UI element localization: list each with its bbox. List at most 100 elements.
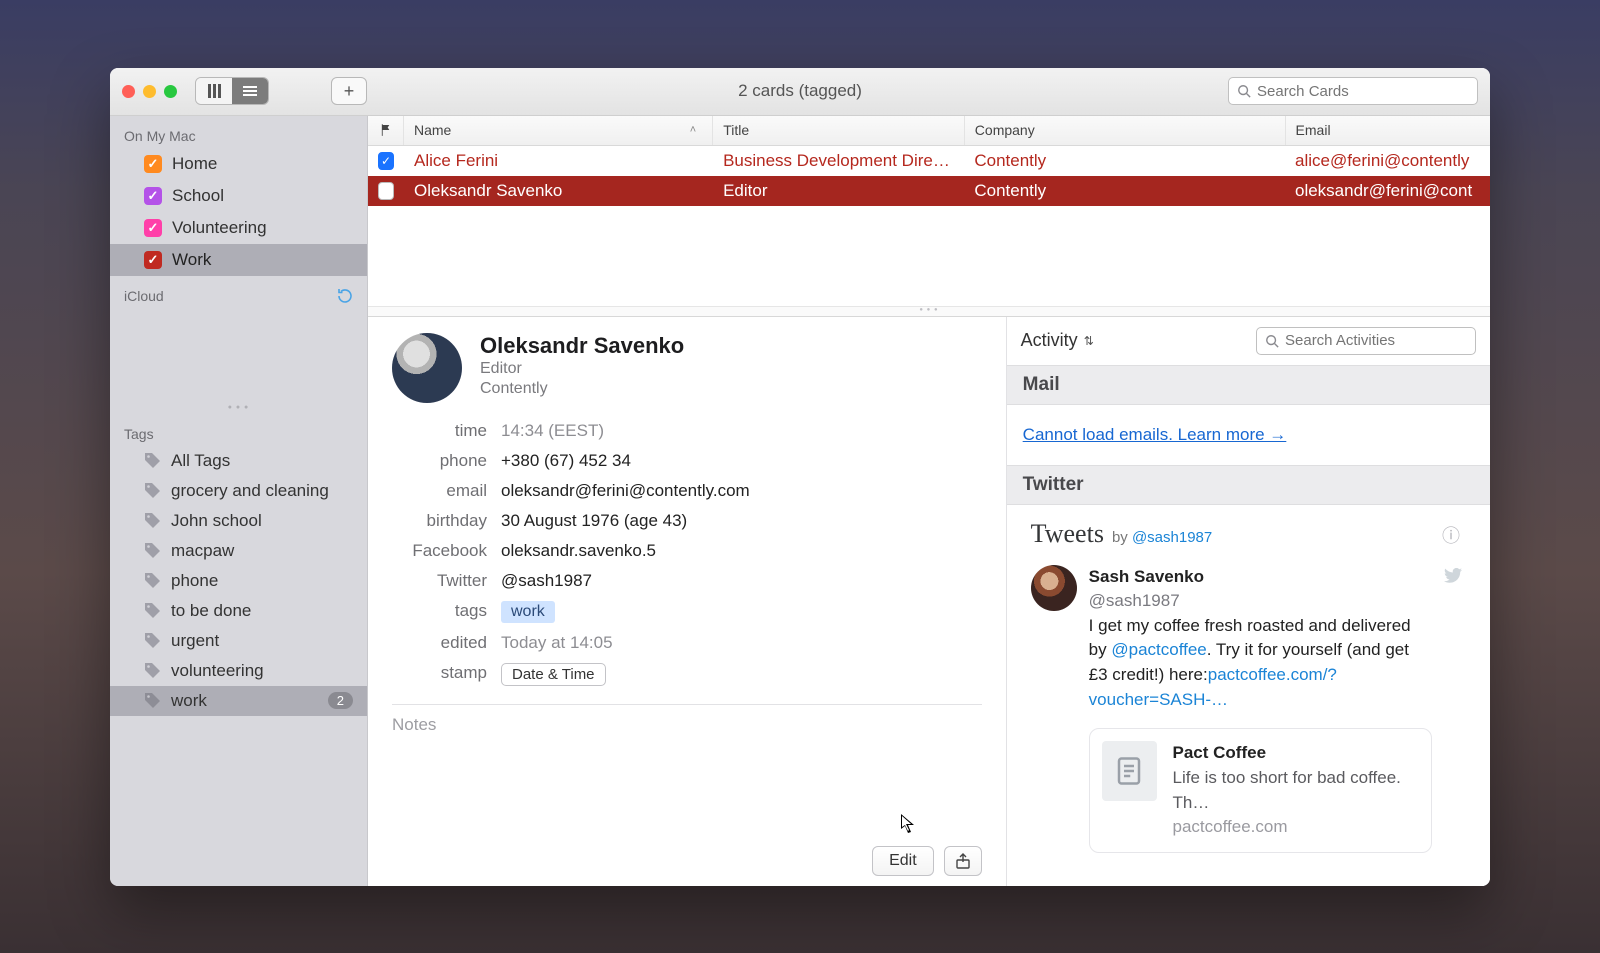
view-list-button[interactable] <box>232 78 268 104</box>
refresh-icloud-button[interactable] <box>337 288 353 304</box>
search-cards-field[interactable] <box>1228 77 1478 105</box>
sidebar-item-label: grocery and cleaning <box>171 481 329 501</box>
cell-company: Contently <box>964 176 1285 206</box>
sidebar-tag-work[interactable]: work 2 <box>110 686 367 716</box>
share-button[interactable] <box>944 846 982 876</box>
sidebar: On My Mac ✓ Home ✓ School ✓Volunteering ✓ W… <box>110 116 368 886</box>
field-value-email[interactable]: oleksandr@ferini@contently.com <box>501 481 982 501</box>
tweet-author-handle: @sash1987 <box>1089 589 1432 614</box>
sidebar-list-school[interactable]: ✓ School <box>110 180 367 212</box>
link-card-subtitle: Life is too short for bad coffee. Th… <box>1173 766 1419 815</box>
field-label-birthday: birthday <box>392 511 487 531</box>
tweet-item[interactable]: Sash Savenko @sash1987 I get my coffee f… <box>1007 553 1490 853</box>
sidebar-tag-volunteering[interactable]: volunteering <box>110 656 367 686</box>
sidebar-tag-grocery[interactable]: grocery and cleaning <box>110 476 367 506</box>
sidebar-tag-all[interactable]: All Tags <box>110 446 367 476</box>
sidebar-item-label: John school <box>171 511 262 531</box>
column-header-name[interactable]: Name˄ <box>404 116 713 145</box>
view-mode-segmented <box>195 77 269 105</box>
search-activities-field[interactable] <box>1256 327 1476 355</box>
fullscreen-window-button[interactable] <box>164 85 177 98</box>
checkbox-icon: ✓ <box>144 251 162 269</box>
sidebar-item-label: volunteering <box>171 661 264 681</box>
view-columns-button[interactable] <box>196 78 232 104</box>
sidebar-item-label: Work <box>172 250 211 270</box>
field-value-time: 14:34 (EEST) <box>501 421 982 441</box>
field-label-email: email <box>392 481 487 501</box>
list-header-row: Name˄ Title Company Email <box>368 116 1490 146</box>
sidebar-list-work[interactable]: ✓ Work <box>110 244 367 276</box>
add-card-button[interactable]: + <box>331 77 367 105</box>
column-header-company[interactable]: Company <box>965 116 1286 145</box>
row-checkbox[interactable]: ✓ <box>378 152 394 170</box>
list-detail-split-handle[interactable]: ● ● ● <box>368 306 1490 316</box>
tweet-link-card[interactable]: Pact Coffee Life is too short for bad co… <box>1089 728 1432 853</box>
info-icon[interactable]: ⓘ <box>1442 522 1474 548</box>
column-header-title[interactable]: Title <box>713 116 965 145</box>
field-label-phone: phone <box>392 451 487 471</box>
sort-ascending-icon: ˄ <box>690 124 702 136</box>
contact-job-title: Editor <box>480 359 684 380</box>
close-window-button[interactable] <box>122 85 135 98</box>
sidebar-item-label: All Tags <box>171 451 230 471</box>
tweet-mention-link[interactable]: @pactcoffee <box>1111 640 1206 659</box>
sidebar-item-label: macpaw <box>171 541 234 561</box>
sidebar-list-home[interactable]: ✓ Home <box>110 148 367 180</box>
field-label-twitter: Twitter <box>392 571 487 591</box>
tag-chip-work[interactable]: work <box>501 601 555 623</box>
cell-name: Alice Ferini <box>404 146 713 176</box>
checkbox-icon: ✓ <box>144 187 162 205</box>
cell-email: oleksandr@ferini@cont <box>1285 176 1490 206</box>
activity-dropdown[interactable]: Activity⇅ <box>1021 330 1094 351</box>
tweet-avatar <box>1031 565 1077 611</box>
field-value-facebook[interactable]: oleksandr.savenko.5 <box>501 541 982 561</box>
stamp-date-time-button[interactable]: Date & Time <box>501 663 606 686</box>
column-header-flag[interactable] <box>368 116 404 145</box>
minimize-window-button[interactable] <box>143 85 156 98</box>
notes-field[interactable]: Notes <box>392 715 982 735</box>
sidebar-list-volunteering[interactable]: ✓Volunteering <box>110 212 367 244</box>
column-header-email[interactable]: Email <box>1286 116 1490 145</box>
tweet-text: I get my coffee fresh roasted and delive… <box>1089 614 1432 713</box>
sidebar-section-on-my-mac[interactable]: On My Mac <box>110 124 367 148</box>
sidebar-item-label: urgent <box>171 631 219 651</box>
sidebar-tag-macpaw[interactable]: macpaw <box>110 536 367 566</box>
contact-name: Oleksandr Savenko <box>480 333 684 359</box>
sidebar-item-label: Home <box>172 154 217 174</box>
sidebar-tag-john-school[interactable]: John school <box>110 506 367 536</box>
edit-button[interactable]: Edit <box>872 846 934 876</box>
window-controls <box>122 85 177 98</box>
sidebar-heading-label: iCloud <box>124 288 164 304</box>
sidebar-item-label: to be done <box>171 601 251 621</box>
tag-icon <box>144 632 161 649</box>
sidebar-split-handle[interactable]: ● ● ● <box>110 404 367 414</box>
list-row[interactable]: ✓ Alice Ferini Business Development Dire… <box>368 146 1490 176</box>
row-checkbox[interactable] <box>378 182 394 200</box>
cell-name: Oleksandr Savenko <box>404 176 713 206</box>
link-card-title: Pact Coffee <box>1173 741 1419 766</box>
sidebar-tag-urgent[interactable]: urgent <box>110 626 367 656</box>
search-icon <box>1265 334 1279 348</box>
tweets-title: Tweets <box>1031 519 1104 549</box>
tweets-by-handle-link[interactable]: @sash1987 <box>1132 529 1212 546</box>
checkbox-icon: ✓ <box>144 155 162 173</box>
list-row[interactable]: Oleksandr Savenko Editor Contently oleks… <box>368 176 1490 206</box>
search-activities-input[interactable] <box>1285 332 1484 349</box>
tag-icon <box>144 662 161 679</box>
tweets-by-label: by @sash1987 <box>1112 529 1212 546</box>
cell-title: Business Development Dire… <box>713 146 964 176</box>
sidebar-section-icloud[interactable]: iCloud <box>110 284 367 308</box>
app-window: + 2 cards (tagged) On My Mac ✓Home ✓Scho… <box>110 68 1490 886</box>
detail-area: Oleksandr Savenko Editor Contently time … <box>368 317 1490 886</box>
field-value-phone[interactable]: +380 (67) 452 34 <box>501 451 982 471</box>
field-value-twitter[interactable]: @sash1987 <box>501 571 982 591</box>
sidebar-tag-phone[interactable]: phone <box>110 566 367 596</box>
sidebar-tag-to-be-done[interactable]: to be done <box>110 596 367 626</box>
field-label-stamp: stamp <box>392 663 487 686</box>
field-label-time: time <box>392 421 487 441</box>
mail-error-link[interactable]: Cannot load emails. Learn more → <box>1023 425 1287 444</box>
field-value-birthday: 30 August 1976 (age 43) <box>501 511 982 531</box>
sidebar-section-tags[interactable]: Tags <box>110 422 367 446</box>
search-cards-input[interactable] <box>1257 83 1469 100</box>
sidebar-item-label: School <box>172 186 224 206</box>
